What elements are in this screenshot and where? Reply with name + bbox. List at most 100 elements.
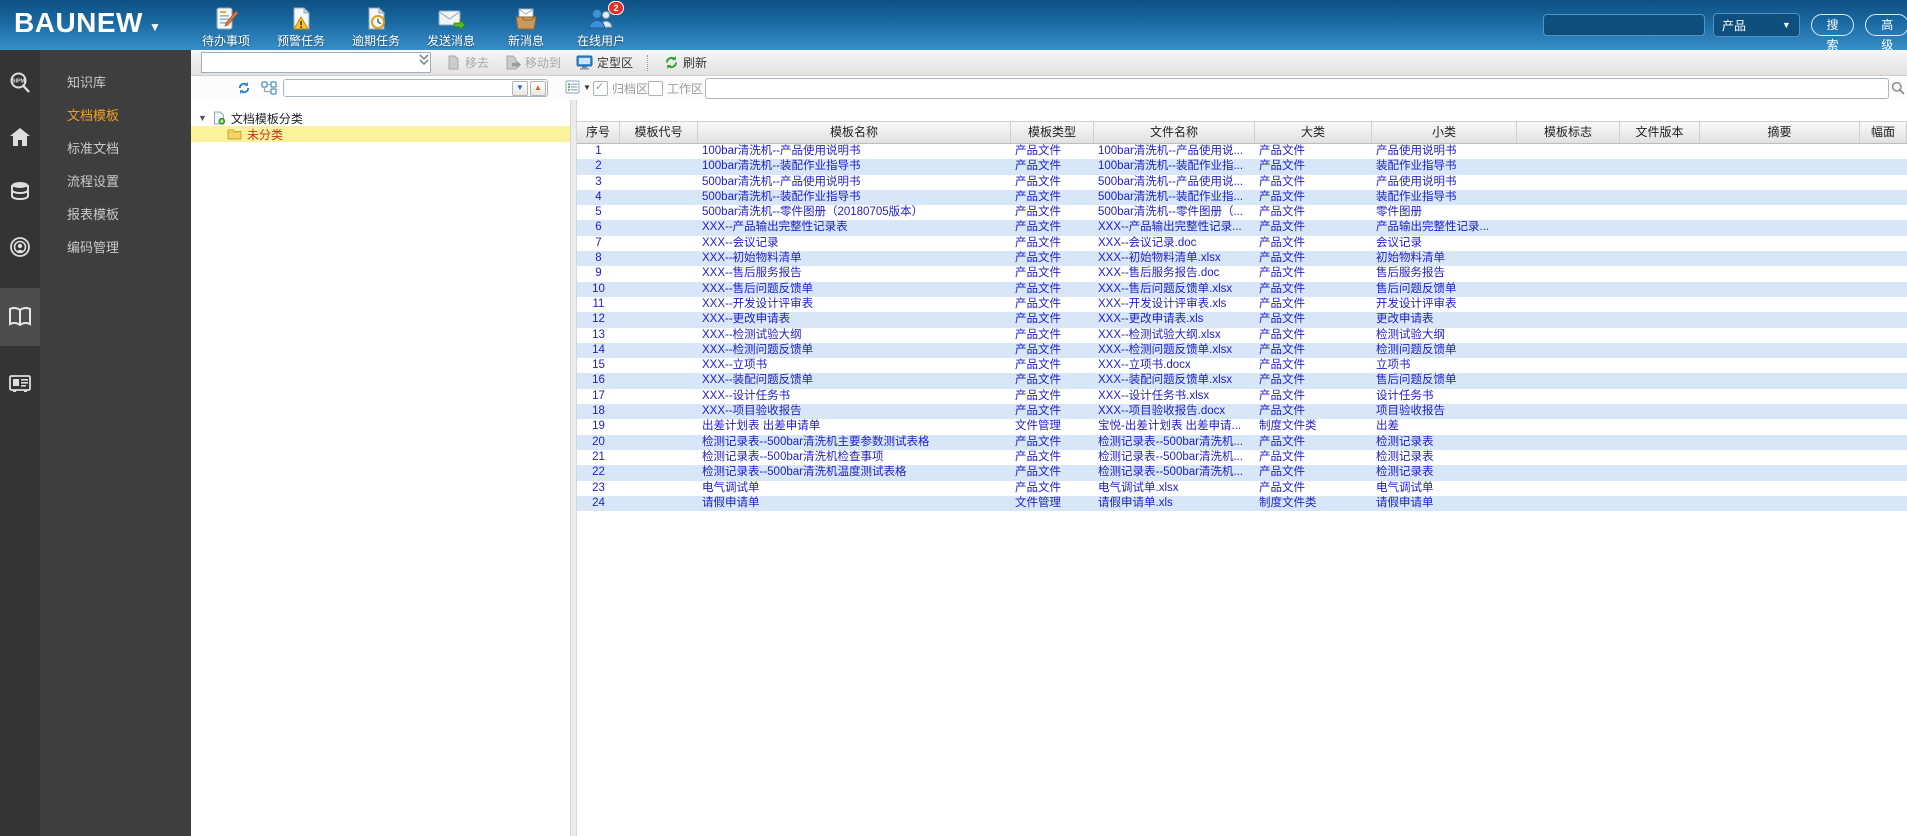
advanced-search-button[interactable]: 高级 <box>1865 14 1907 52</box>
move-out-button[interactable]: 移去 <box>446 54 489 71</box>
search-down-button[interactable]: ▼ <box>512 80 528 96</box>
table-row[interactable]: 11 XXX--开发设计评审表 产品文件 XXX--开发设计评审表.xls 产品文件 开发… <box>577 297 1907 312</box>
column-header[interactable]: 模板代号 <box>620 122 698 143</box>
table-cell: 检测记录表 <box>1376 466 1434 479</box>
refresh-icon <box>666 56 678 69</box>
column-header[interactable]: 模板名称 <box>698 122 1011 143</box>
menu-item-document-templates[interactable]: 文档模板 <box>40 99 191 132</box>
column-header[interactable]: 文件名称 <box>1094 122 1255 143</box>
search-button[interactable]: 搜索 <box>1810 14 1855 52</box>
column-header[interactable]: 文件版本 <box>1620 122 1700 143</box>
tree-expand-icon[interactable]: ▼ <box>198 113 207 123</box>
column-header[interactable]: 摘要 <box>1700 122 1860 143</box>
table-cell <box>1620 435 1700 450</box>
table-row[interactable]: 14 XXX--检测问题反馈单 产品文件 XXX--检测问题反馈单.xlsx 产品文件 检… <box>577 342 1907 359</box>
tree-refresh-button[interactable] <box>237 76 251 100</box>
table-cell: 检测记录表 <box>1376 450 1434 463</box>
page-icon <box>448 55 459 70</box>
table-cell: 产品文件 <box>1259 160 1305 173</box>
workspace-checkbox[interactable] <box>648 80 663 96</box>
table-cell <box>1517 496 1620 511</box>
menu-item-process-settings[interactable]: 流程设置 <box>40 165 191 198</box>
table-cell <box>1517 251 1620 266</box>
column-header[interactable]: 模板类型 <box>1011 122 1094 143</box>
category-combobox[interactable] <box>201 52 431 73</box>
sipm-search-icon[interactable]: SIPM <box>0 56 40 110</box>
table-row[interactable]: 4 500bar清洗机--装配作业指导书 产品文件 500bar清洗机--装配作业指.… <box>577 189 1907 206</box>
table-row[interactable]: 22 检测记录表--500bar清洗机温度测试表格 产品文件 检测记录表--500ba… <box>577 465 1907 481</box>
table-cell <box>620 220 698 235</box>
table-filter-input[interactable] <box>705 78 1889 99</box>
menu-item-standard-documents[interactable]: 标准文档 <box>40 132 191 165</box>
refresh-button[interactable]: 刷新 <box>664 54 707 71</box>
table-row[interactable]: 18 XXX--项目验收报告 产品文件 XXX--项目验收报告.docx 产品文件 项目验… <box>577 404 1907 420</box>
menu-item-code-management[interactable]: 编码管理 <box>40 231 191 264</box>
table-cell: 2 <box>595 160 602 173</box>
tree-structure-button[interactable] <box>261 76 277 100</box>
column-header[interactable]: 大类 <box>1255 122 1372 143</box>
table-row[interactable]: 23 电气调试单 产品文件 电气调试单.xlsx 产品文件 电气调试单 <box>577 481 1907 496</box>
table-row[interactable]: 10 XXX--售后问题反馈单 产品文件 XXX--售后问题反馈单.xlsx 产品文件 售… <box>577 281 1907 297</box>
support-icon[interactable] <box>0 220 40 274</box>
table-row[interactable]: 5 500bar清洗机--零件图册（20180705版本） 产品文件 500bar清洗… <box>577 205 1907 220</box>
table-row[interactable]: 24 请假申请单 文件管理 请假申请单.xls 制度文件类 请假申请单 <box>577 495 1907 512</box>
archive-zone-toggle[interactable]: 归档区 <box>593 76 648 100</box>
tree-root-node[interactable]: ▼ 文档模板分类 <box>191 110 570 126</box>
search-input[interactable] <box>1543 14 1705 36</box>
table-row[interactable]: 9 XXX--售后服务报告 产品文件 XXX--售后服务报告.doc 产品文件 售后服务报… <box>577 266 1907 281</box>
todo-items-button[interactable]: 待办事项 <box>193 2 259 49</box>
card-icon[interactable] <box>0 356 40 410</box>
tree-item-unclassified[interactable]: 未分类 <box>191 126 570 142</box>
table-row[interactable]: 12 XXX--更改申请表 产品文件 XXX--更改申请表.xls 产品文件 更改申请表 <box>577 312 1907 328</box>
table-cell <box>1700 190 1860 205</box>
new-message-button[interactable]: 新消息 <box>493 2 559 49</box>
table-cell: 产品文件 <box>1259 343 1305 356</box>
send-message-button[interactable]: 发送消息 <box>418 2 484 49</box>
table-row[interactable]: 20 检测记录表--500bar清洗机主要参数测试表格 产品文件 检测记录表--500… <box>577 434 1907 450</box>
fixed-zone-button[interactable]: 定型区 <box>576 54 633 71</box>
column-header[interactable]: 幅面 <box>1860 122 1907 143</box>
search-up-button[interactable]: ▲ <box>530 80 546 96</box>
table-row[interactable]: 6 XXX--产品输出完整性记录表 产品文件 XXX--产品输出完整性记录... 产品文… <box>577 220 1907 236</box>
table-row[interactable]: 2 100bar清洗机--装配作业指导书 产品文件 100bar清洗机--装配作业指.… <box>577 159 1907 175</box>
workspace-zone-toggle[interactable]: 工作区 <box>648 76 703 100</box>
table-cell <box>1517 282 1620 297</box>
book-icon[interactable] <box>0 288 40 346</box>
table-row[interactable]: 1 100bar清洗机--产品使用说明书 产品文件 100bar清洗机--产品使用说.… <box>577 144 1907 159</box>
column-header[interactable]: 序号 <box>577 122 620 143</box>
table-cell: XXX--更改申请表 <box>702 313 791 326</box>
tree-search-input[interactable]: ▼ ▲ <box>283 79 548 97</box>
table-body: 1 100bar清洗机--产品使用说明书 产品文件 100bar清洗机--产品使用说.… <box>577 144 1907 512</box>
view-options-button[interactable]: ▼ <box>565 78 591 96</box>
move-to-button[interactable]: 移动到 <box>504 54 561 71</box>
table-cell <box>620 358 698 373</box>
menu-item-report-templates[interactable]: 报表模板 <box>40 198 191 231</box>
table-row[interactable]: 17 XXX--设计任务书 产品文件 XXX--设计任务书.xlsx 产品文件 设计任务书 <box>577 389 1907 404</box>
table-cell: 产品文件 <box>1259 389 1305 402</box>
table-row[interactable]: 8 XXX--初始物料清单 产品文件 XXX--初始物料清单.xlsx 产品文件 初始物料… <box>577 251 1907 267</box>
menu-item-knowledge-base[interactable]: 知识库 <box>40 66 191 99</box>
table-row[interactable]: 16 XXX--装配问题反馈单 产品文件 XXX--装配问题反馈单.xlsx 产品文件 售… <box>577 373 1907 389</box>
logo[interactable]: BAUNEW ▼ <box>14 7 161 39</box>
online-users-button[interactable]: 在线用户 2 <box>568 1 634 49</box>
table-row[interactable]: 13 XXX--检测试验大纲 产品文件 XXX--检测试验大纲.xlsx 产品文件 检测试… <box>577 328 1907 343</box>
table-cell: XXX--产品输出完整性记录表 <box>702 221 848 234</box>
column-header[interactable]: 小类 <box>1372 122 1517 143</box>
template-category-icon <box>213 111 226 125</box>
panel-splitter[interactable] <box>570 100 577 836</box>
table-cell: 产品文件 <box>1259 359 1305 372</box>
table-cell: 制度文件类 <box>1259 496 1317 509</box>
table-row[interactable]: 7 XXX--会议记录 产品文件 XXX--会议记录.doc 产品文件 会议记录 <box>577 236 1907 251</box>
magnifier-icon[interactable] <box>1891 81 1905 100</box>
table-row[interactable]: 3 500bar清洗机--产品使用说明书 产品文件 500bar清洗机--产品使用说.… <box>577 175 1907 190</box>
warning-tasks-button[interactable]: 预警任务 <box>268 2 334 49</box>
table-row[interactable]: 19 出差计划表 出差申请单 文件管理 宝悦-出差计划表 出差申请... 制度文件类 出差 <box>577 419 1907 434</box>
column-header[interactable]: 模板标志 <box>1517 122 1620 143</box>
database-icon[interactable] <box>0 165 40 219</box>
overdue-tasks-button[interactable]: 逾期任务 <box>343 2 409 49</box>
home-icon[interactable] <box>0 110 40 164</box>
archive-checkbox[interactable] <box>593 80 608 96</box>
search-category-select[interactable]: 产品 ▼ <box>1713 13 1800 37</box>
table-row[interactable]: 21 检测记录表--500bar清洗机检查事项 产品文件 检测记录表--500bar清… <box>577 450 1907 465</box>
table-row[interactable]: 15 XXX--立项书 产品文件 XXX--立项书.docx 产品文件 立项书 <box>577 358 1907 373</box>
